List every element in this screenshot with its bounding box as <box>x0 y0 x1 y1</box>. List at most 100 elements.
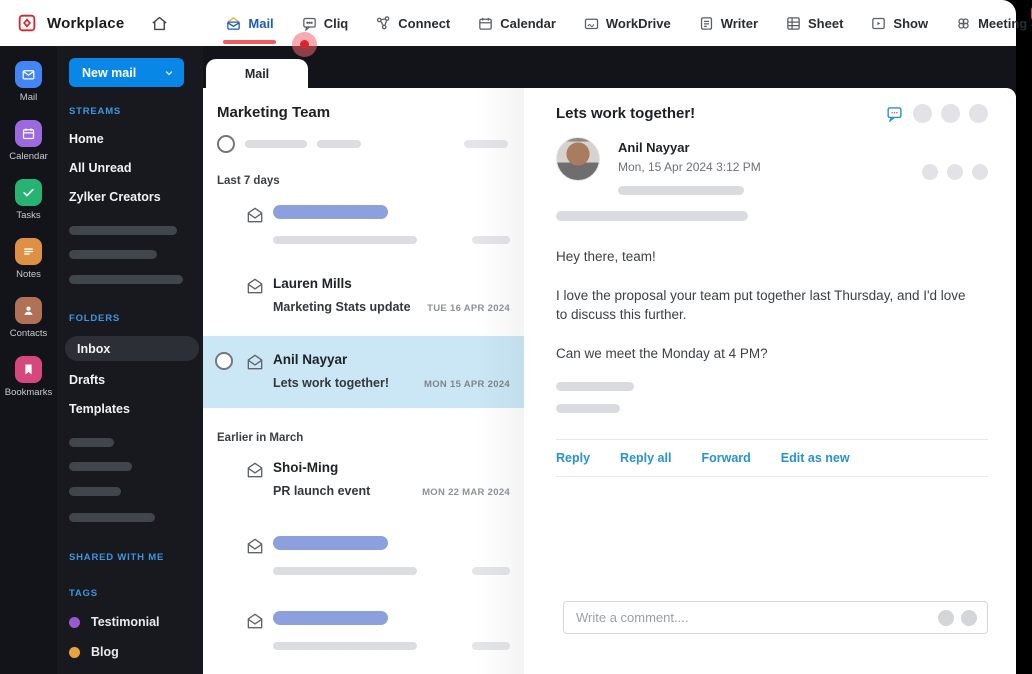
home-icon[interactable] <box>150 14 169 33</box>
sidebar-item-templates[interactable]: Templates <box>69 402 191 416</box>
rail-item-contacts[interactable]: Contacts <box>9 297 48 339</box>
rail-item-tasks[interactable]: Tasks <box>15 179 42 221</box>
workplace-logo[interactable]: Workplace <box>0 12 124 34</box>
tag-color-dot <box>69 616 80 628</box>
message-body: Hey there, team! I love the proposal you… <box>556 247 988 363</box>
tab-workdrive-label: WorkDrive <box>605 15 671 31</box>
tab-sheet[interactable]: Sheet <box>785 0 843 46</box>
divider <box>556 476 988 478</box>
rail-label-contacts: Contacts <box>9 328 48 339</box>
toolbar-skeleton-icon[interactable] <box>969 104 988 123</box>
new-mail-button[interactable]: New mail <box>69 58 184 87</box>
tab-meeting[interactable]: Meeting <box>955 0 1027 46</box>
tab-connect[interactable]: Connect <box>375 0 450 46</box>
rail-item-notes[interactable]: Notes <box>15 238 42 280</box>
rail-item-bookmarks[interactable]: Bookmarks <box>5 356 52 398</box>
tab-workdrive[interactable]: WorkDrive <box>583 0 671 46</box>
mail-row-lauren-mills[interactable]: Lauren Mills Marketing Stats update TUE … <box>203 262 524 326</box>
mail-list: Marketing Team Last 7 days Lauren Mills … <box>203 88 524 674</box>
mail-row-skeleton[interactable] <box>203 524 524 585</box>
app-nav: Mail Cliq Connect Calendar WorkDrive Wri… <box>223 0 1027 46</box>
body-paragraph: Hey there, team! <box>556 249 656 264</box>
row-checkbox[interactable] <box>215 352 233 370</box>
message-action-skeleton-icon[interactable] <box>947 164 963 180</box>
mail-row-skeleton[interactable] <box>203 599 524 660</box>
skeleton-sender-bar <box>273 536 388 550</box>
tab-mail-label: Mail <box>248 15 274 31</box>
comment-action-skeleton-icon[interactable] <box>938 609 954 626</box>
message-action-skeleton-icon[interactable] <box>922 164 938 180</box>
streams-section-title: STREAMS <box>69 106 122 117</box>
reply-button[interactable]: Reply <box>556 451 590 465</box>
envelope-open-icon <box>245 352 265 377</box>
comments-icon[interactable] <box>885 104 904 123</box>
envelope-open-icon <box>245 611 265 636</box>
tag-label: Testimonial <box>91 615 160 629</box>
envelope-open-icon <box>245 276 265 301</box>
sidebar-item-drafts[interactable]: Drafts <box>69 373 191 387</box>
skeleton-bar <box>69 462 132 471</box>
body-paragraph: I love the proposal your team put togeth… <box>556 287 966 323</box>
mail-row-skeleton[interactable] <box>203 193 524 254</box>
sidebar-item-zylker-creators[interactable]: Zylker Creators <box>69 190 191 204</box>
skeleton-sender-bar <box>273 611 388 625</box>
chat-icon <box>301 15 318 32</box>
drive-icon <box>583 15 600 32</box>
tab-writer[interactable]: Writer <box>698 0 758 46</box>
mail-row-shoi-ming[interactable]: Shoi-Ming PR launch event MON 22 MAR 202… <box>203 446 524 510</box>
message-subject: Lets work together! <box>556 105 696 122</box>
sidebar-item-inbox[interactable]: Inbox <box>65 336 199 361</box>
message-timestamp: Mon, 15 Apr 2024 3:12 PM <box>618 160 761 174</box>
chevron-down-icon[interactable] <box>150 67 184 79</box>
notes-icon <box>15 238 42 265</box>
tab-calendar[interactable]: Calendar <box>477 0 556 46</box>
toolbar-skeleton-icon[interactable] <box>913 104 932 123</box>
skeleton-bar <box>556 211 748 221</box>
skeleton-date-bar <box>472 236 510 244</box>
sidebar-item-home[interactable]: Home <box>69 132 191 146</box>
skeleton-bar <box>317 140 361 148</box>
rail-label-calendar: Calendar <box>9 151 48 162</box>
mail-row-anil-nayyar[interactable]: Anil Nayyar Lets work together! MON 15 A… <box>203 336 524 408</box>
mail-date: MON 22 MAR 2024 <box>422 487 510 498</box>
sidebar-item-all-unread[interactable]: All Unread <box>69 161 191 175</box>
notifications-bell-icon[interactable]: 5 <box>1027 6 1032 33</box>
skeleton-bar <box>464 140 508 148</box>
toolbar-skeleton-icon[interactable] <box>941 104 960 123</box>
shared-section-title[interactable]: SHARED WITH ME <box>69 552 191 563</box>
skeleton-bar <box>69 275 183 284</box>
rail-item-calendar[interactable]: Calendar <box>9 120 48 162</box>
sender-avatar[interactable] <box>556 137 600 181</box>
tag-testimonial[interactable]: Testimonial <box>69 615 191 629</box>
skeleton-sender-bar <box>273 205 388 219</box>
spreadsheet-icon <box>785 15 802 32</box>
mail-panel: Marketing Team Last 7 days Lauren Mills … <box>203 88 1016 674</box>
skeleton-bar <box>69 487 121 496</box>
edit-as-new-button[interactable]: Edit as new <box>781 451 850 465</box>
comment-action-skeleton-icon[interactable] <box>961 609 977 626</box>
folders-section-title: FOLDERS <box>69 313 120 324</box>
new-mail-label: New mail <box>82 65 137 80</box>
tab-show-label: Show <box>893 15 929 31</box>
mail-sidebar: New mail STREAMS Home All Unread Zylker … <box>57 46 203 674</box>
comment-input[interactable] <box>564 610 938 625</box>
skeleton-signature-bar <box>556 404 620 414</box>
select-all-checkbox[interactable] <box>217 135 235 153</box>
mail-date: MON 15 APR 2024 <box>424 379 510 390</box>
rail-item-mail[interactable]: Mail <box>15 61 42 103</box>
skeleton-subject-bar <box>273 567 417 575</box>
tab-show[interactable]: Show <box>870 0 928 46</box>
tag-blog[interactable]: Blog <box>69 645 191 659</box>
tab-mail[interactable]: Mail <box>223 0 276 46</box>
forward-button[interactable]: Forward <box>701 451 750 465</box>
onboarding-pulse-dot[interactable] <box>292 32 317 57</box>
tab-sheet-label: Sheet <box>808 15 844 31</box>
message-action-skeleton-icon[interactable] <box>972 164 988 180</box>
main-content: Mail Marketing Team Last 7 days Lauren M… <box>203 46 1016 674</box>
reply-all-button[interactable]: Reply all <box>620 451 671 465</box>
check-icon <box>15 179 42 206</box>
tag-color-dot <box>69 646 80 658</box>
envelope-open-icon <box>245 460 265 485</box>
sender-block: Anil Nayyar Mon, 15 Apr 2024 3:12 PM <box>556 137 988 195</box>
mail-tab[interactable]: Mail <box>206 59 308 89</box>
